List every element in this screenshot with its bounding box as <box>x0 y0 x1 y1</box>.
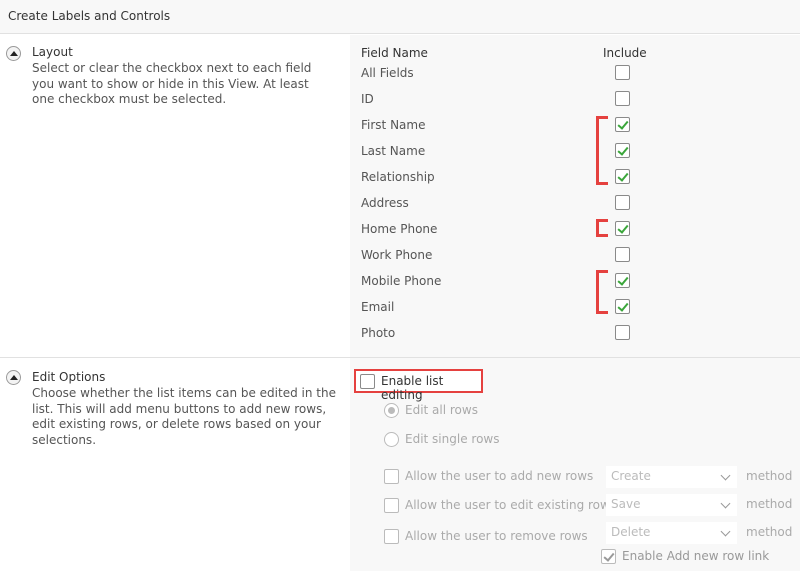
delete-method-value: Delete <box>611 525 651 539</box>
field-row: ID <box>361 88 661 114</box>
enable-add-new-row-link-label: Enable Add new row link <box>622 549 770 563</box>
field-row: All Fields <box>361 62 661 88</box>
include-checkbox[interactable] <box>615 91 630 106</box>
collapse-layout-icon[interactable] <box>6 46 21 61</box>
enable-list-editing-highlight[interactable]: Enable list editing <box>354 369 483 402</box>
allow-add-rows-checkbox[interactable] <box>384 469 399 484</box>
enable-list-editing-checkbox[interactable] <box>360 374 375 389</box>
field-row: Relationship <box>361 166 661 192</box>
method-suffix: method <box>746 469 793 483</box>
panel-title: Create Labels and Controls <box>8 9 171 23</box>
field-name-label: Work Phone <box>361 248 433 262</box>
allow-remove-rows-checkbox[interactable] <box>384 529 399 544</box>
enable-list-editing-label: Enable list editing <box>381 374 444 402</box>
highlight-bracket <box>596 116 608 185</box>
method-suffix: method <box>746 497 793 511</box>
save-method-value: Save <box>611 497 641 511</box>
field-row: Address <box>361 192 661 218</box>
edit-single-rows-label: Edit single rows <box>405 432 500 446</box>
method-suffix: method <box>746 525 793 539</box>
field-name-label: Home Phone <box>361 222 438 236</box>
save-method-select[interactable]: Save <box>606 494 737 516</box>
chevron-down-icon <box>720 498 731 509</box>
field-name-label: Address <box>361 196 409 210</box>
include-checkbox[interactable] <box>615 143 630 158</box>
edit-all-rows-label: Edit all rows <box>405 403 478 417</box>
include-checkbox[interactable] <box>615 247 630 262</box>
enable-add-new-row-link-checkbox[interactable] <box>601 549 616 564</box>
chevron-down-icon <box>720 470 731 481</box>
allow-remove-rows-label: Allow the user to remove rows <box>405 529 588 543</box>
field-row: Email <box>361 296 661 322</box>
collapse-edit-options-icon[interactable] <box>6 370 21 385</box>
section-divider <box>0 357 800 358</box>
delete-method-select[interactable]: Delete <box>606 522 737 544</box>
layout-section-title: Layout <box>32 45 73 59</box>
field-name-label: All Fields <box>361 66 414 80</box>
edit-options-section-title: Edit Options <box>32 370 106 384</box>
highlight-bracket <box>596 270 608 314</box>
allow-add-rows-label: Allow the user to add new rows <box>405 469 594 483</box>
allow-edit-rows-checkbox[interactable] <box>384 498 399 513</box>
field-name-column-header: Field Name <box>361 46 428 60</box>
include-checkbox[interactable] <box>615 195 630 210</box>
include-checkbox[interactable] <box>615 273 630 288</box>
field-name-label: First Name <box>361 118 426 132</box>
field-row: Last Name <box>361 140 661 166</box>
panel-header: Create Labels and Controls <box>0 0 800 34</box>
edit-options-section-description: Choose whether the list items can be edi… <box>32 386 336 447</box>
include-checkbox[interactable] <box>615 299 630 314</box>
field-row: Home Phone <box>361 218 661 244</box>
field-name-label: Mobile Phone <box>361 274 442 288</box>
edit-all-rows-radio[interactable] <box>384 403 399 418</box>
field-row: Mobile Phone <box>361 270 661 296</box>
field-name-label: ID <box>361 92 374 106</box>
include-checkbox[interactable] <box>615 221 630 236</box>
create-method-value: Create <box>611 469 651 483</box>
include-checkbox[interactable] <box>615 117 630 132</box>
include-checkbox[interactable] <box>615 325 630 340</box>
layout-section-description: Select or clear the checkbox next to eac… <box>32 61 312 106</box>
allow-edit-rows-label: Allow the user to edit existing rows <box>405 498 617 512</box>
field-name-label: Relationship <box>361 170 435 184</box>
include-column-header: Include <box>603 46 647 60</box>
include-checkbox[interactable] <box>615 169 630 184</box>
field-name-label: Email <box>361 300 395 314</box>
field-name-label: Last Name <box>361 144 426 158</box>
field-name-label: Photo <box>361 326 396 340</box>
highlight-bracket <box>596 219 608 237</box>
chevron-down-icon <box>720 526 731 537</box>
field-row: Photo <box>361 322 661 348</box>
edit-single-rows-radio[interactable] <box>384 432 399 447</box>
field-row: First Name <box>361 114 661 140</box>
create-method-select[interactable]: Create <box>606 466 737 488</box>
include-checkbox[interactable] <box>615 65 630 80</box>
field-row: Work Phone <box>361 244 661 270</box>
